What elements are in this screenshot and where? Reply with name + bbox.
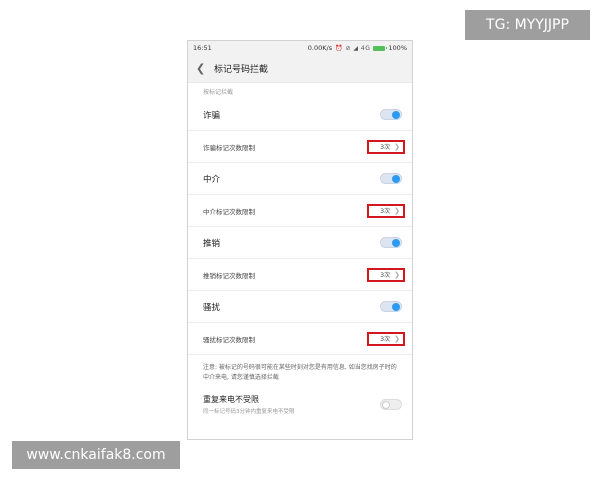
repeat-call-row: 重复来电不受限 同一标记号码3分钟内重复来电不受限 <box>188 387 412 421</box>
section-label: 按标记拦截 <box>203 88 234 96</box>
repeat-call-texts: 重复来电不受限 同一标记号码3分钟内重复来电不受限 <box>203 394 295 415</box>
status-right: 0.00K/s ⏰ ⊘ ◢ 4G 100% <box>308 44 407 52</box>
toggle-knob <box>392 111 400 119</box>
back-arrow-icon[interactable]: ❮ <box>196 62 210 75</box>
limit-row-sales[interactable]: 推销标记次数限制 3次 ❯ <box>188 259 412 291</box>
limit-label: 诈骗标记次数限制 <box>203 143 255 152</box>
chevron-right-icon: ❯ <box>394 334 400 343</box>
toggle-knob <box>392 175 400 183</box>
repeat-call-title: 重复来电不受限 <box>203 394 259 404</box>
limit-selector[interactable]: 3次 ❯ <box>367 331 405 346</box>
chevron-right-icon: ❯ <box>394 206 400 215</box>
toggle-knob <box>392 239 400 247</box>
chevron-right-icon: ❯ <box>394 270 400 279</box>
network-speed: 0.00K/s <box>307 44 333 52</box>
limit-label: 骚扰标记次数限制 <box>203 335 255 344</box>
toggle-knob <box>392 303 400 311</box>
harass-toggle[interactable] <box>380 301 402 312</box>
limit-label: 推销标记次数限制 <box>203 271 255 280</box>
limit-value: 3次 <box>380 208 391 215</box>
phone-screen: 16:51 0.00K/s ⏰ ⊘ ◢ 4G 100% ❮ 标记号码拦截 按标记… <box>187 40 413 440</box>
limit-selector[interactable]: 3次 ❯ <box>367 139 405 154</box>
battery-percent: 100% <box>388 44 407 52</box>
sales-toggle[interactable] <box>380 237 402 248</box>
warning-note: 注意: 被标记的号码很可能在某些时刻对您是有用信息, 如当您找房子时的中介来电,… <box>203 364 397 381</box>
watermark-tg: TG: MYYJJPP <box>465 10 590 40</box>
limit-value: 3次 <box>380 336 391 343</box>
limit-selector[interactable]: 3次 ❯ <box>367 267 405 282</box>
limit-value: 3次 <box>380 144 391 151</box>
page-title: 标记号码拦截 <box>214 65 269 75</box>
limit-row-fraud[interactable]: 诈骗标记次数限制 3次 ❯ <box>188 131 412 163</box>
status-bar: 16:51 0.00K/s ⏰ ⊘ ◢ 4G 100% <box>188 41 412 55</box>
fraud-toggle[interactable] <box>380 109 402 120</box>
battery-icon <box>373 45 388 51</box>
limit-value: 3次 <box>380 272 391 279</box>
repeat-call-subtitle: 同一标记号码3分钟内重复来电不受限 <box>203 408 295 415</box>
limit-row-harass[interactable]: 骚扰标记次数限制 3次 ❯ <box>188 323 412 355</box>
agency-toggle[interactable] <box>380 173 402 184</box>
status-icons: ⏰ ⊘ ◢ 4G <box>335 44 371 52</box>
category-row-sales: 推销 <box>188 227 412 259</box>
category-row-harass: 骚扰 <box>188 291 412 323</box>
category-row-agency: 中介 <box>188 163 412 195</box>
category-label: 骚扰 <box>203 302 221 313</box>
chevron-right-icon: ❯ <box>394 142 400 151</box>
repeat-call-toggle[interactable] <box>380 398 402 410</box>
category-label: 推销 <box>203 238 221 249</box>
watermark-site: www.cnkaifak8.com <box>12 441 180 469</box>
category-label: 诈骗 <box>203 110 221 121</box>
category-row-fraud: 诈骗 <box>188 99 412 131</box>
limit-selector[interactable]: 3次 ❯ <box>367 203 405 218</box>
title-bar: ❮ 标记号码拦截 <box>188 55 412 83</box>
category-label: 中介 <box>203 174 221 185</box>
limit-label: 中介标记次数限制 <box>203 207 255 216</box>
toggle-knob <box>382 400 390 409</box>
limit-row-agency[interactable]: 中介标记次数限制 3次 ❯ <box>188 195 412 227</box>
status-time: 16:51 <box>193 44 212 52</box>
